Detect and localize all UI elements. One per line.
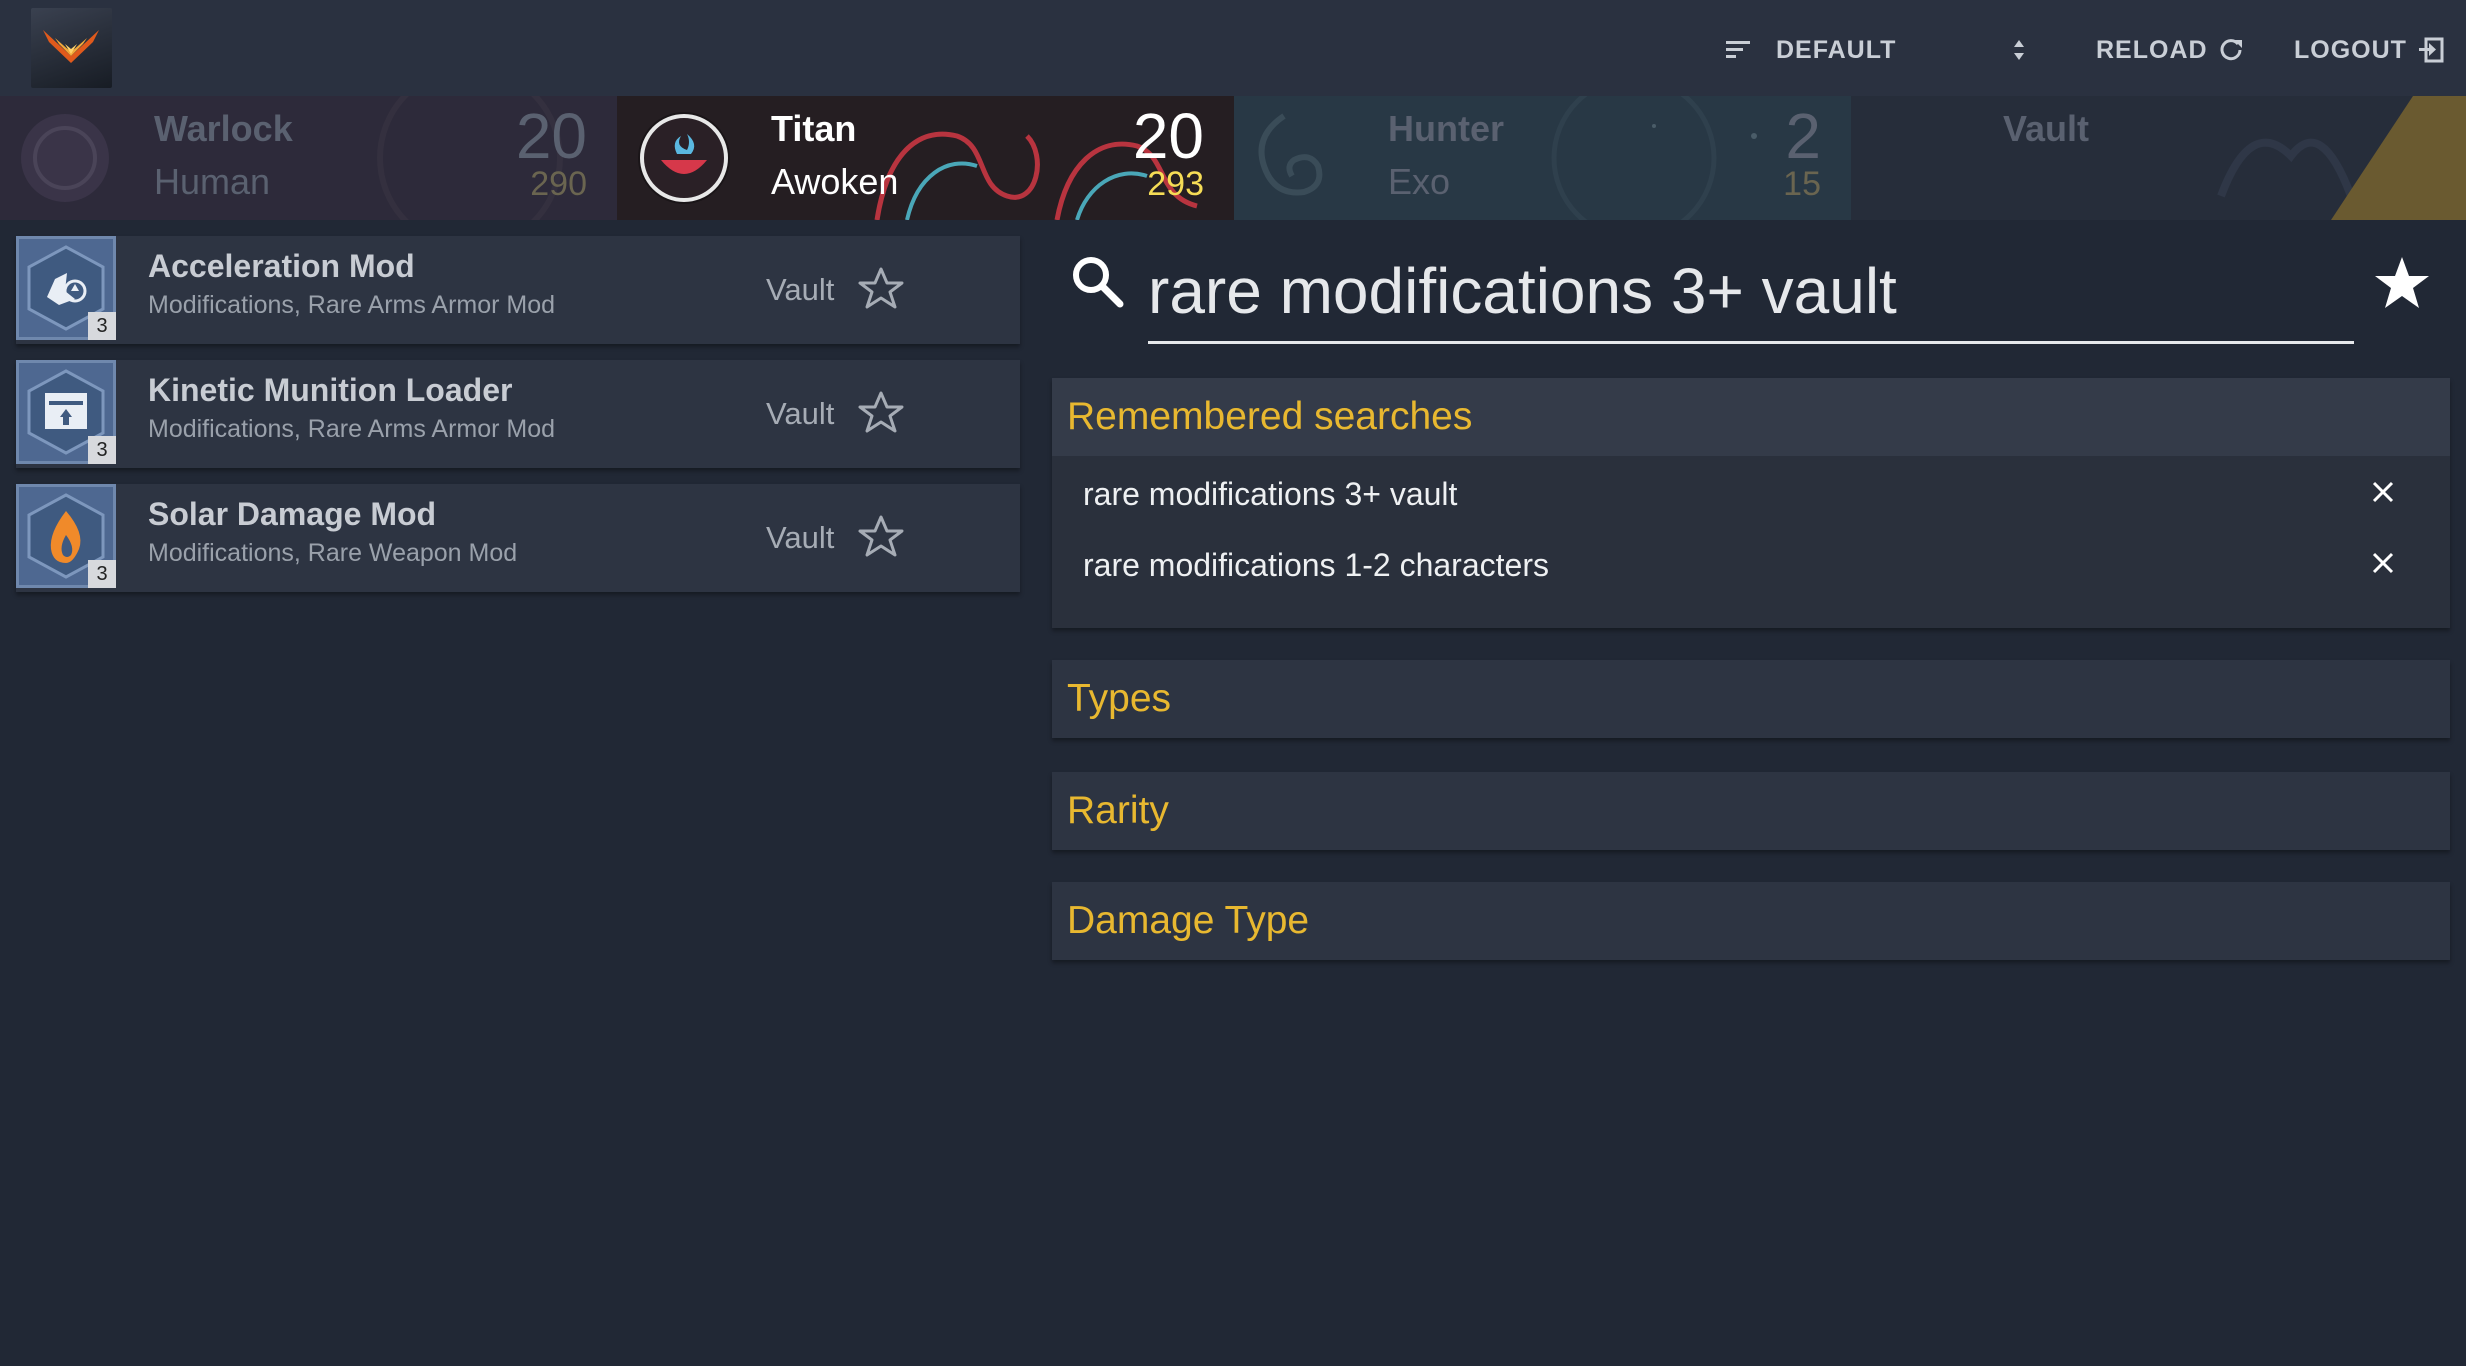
character-level: 20 <box>1132 100 1204 172</box>
close-icon[interactable] <box>2368 548 2398 578</box>
character-level: 20 <box>515 100 587 172</box>
vault-label: Vault <box>2003 108 2090 149</box>
hunter-emblem-background <box>1234 96 1851 220</box>
logout-label: LOGOUT <box>2294 35 2407 64</box>
list-item[interactable]: 3 Solar Damage Mod Modifications, Rare W… <box>16 484 1020 592</box>
character-class: Hunter <box>1388 108 1504 149</box>
quantity-badge: 3 <box>88 436 116 464</box>
app-root: DEFAULT RELOAD LOGOUT Warlock Human 20 2… <box>0 0 2466 1366</box>
damage-type-filter-panel: Damage Type <box>1052 882 2450 960</box>
rarity-filter-header[interactable]: Rarity <box>1052 772 2450 850</box>
types-filter-header[interactable]: Types <box>1052 660 2450 738</box>
destiny-logo-icon[interactable] <box>31 8 112 88</box>
item-description: Modifications, Rare Arms Armor Mod <box>148 291 556 319</box>
remembered-search-text: rare modifications 1-2 characters <box>1083 547 1549 583</box>
vault-emblem-background <box>1851 96 2466 220</box>
reload-label: RELOAD <box>2096 35 2208 64</box>
item-location: Vault <box>766 396 835 431</box>
item-location: Vault <box>766 520 835 555</box>
save-search-star-icon[interactable] <box>2372 254 2432 312</box>
star-outline-icon[interactable] <box>858 514 904 558</box>
list-item[interactable]: 3 Kinetic Munition Loader Modifications,… <box>16 360 1020 468</box>
character-hunter[interactable]: Hunter Exo 2 15 <box>1234 96 1851 220</box>
top-header: DEFAULT RELOAD LOGOUT <box>0 0 2466 96</box>
quantity-badge: 3 <box>88 312 116 340</box>
logout-icon <box>2418 37 2444 63</box>
item-description: Modifications, Rare Arms Armor Mod <box>148 415 556 443</box>
item-name: Acceleration Mod <box>148 248 415 284</box>
remembered-search-item[interactable]: rare modifications 3+ vault <box>1052 462 2450 533</box>
close-icon[interactable] <box>2368 477 2398 507</box>
item-name: Kinetic Munition Loader <box>148 372 513 408</box>
sort-value: DEFAULT <box>1776 35 1897 64</box>
character-power: 293 <box>1147 165 1204 203</box>
character-class: Warlock <box>154 108 293 149</box>
quantity-badge: 3 <box>88 560 116 588</box>
remembered-search-text: rare modifications 3+ vault <box>1083 476 1458 512</box>
character-class: Titan <box>771 108 857 149</box>
rarity-filter-panel: Rarity <box>1052 772 2450 850</box>
character-titan[interactable]: Titan Awoken 20 293 <box>617 96 1234 220</box>
damage-type-filter-header[interactable]: Damage Type <box>1052 882 2450 960</box>
search-input[interactable] <box>1148 248 2354 344</box>
logout-button[interactable]: LOGOUT <box>2294 30 2445 70</box>
sort-selector[interactable]: DEFAULT <box>1724 30 2028 70</box>
character-bar: Warlock Human 20 290 Titan Awoken 20 293 <box>0 96 2466 220</box>
character-race: Human <box>154 161 271 202</box>
vault-tile[interactable]: Vault <box>1851 96 2466 220</box>
remembered-searches-header[interactable]: Remembered searches <box>1052 378 2450 456</box>
types-filter-panel: Types <box>1052 660 2450 738</box>
character-race: Awoken <box>771 161 899 202</box>
star-outline-icon[interactable] <box>858 266 904 310</box>
reload-button[interactable]: RELOAD <box>2096 30 2244 70</box>
character-warlock[interactable]: Warlock Human 20 290 <box>0 96 617 220</box>
refresh-icon <box>2220 39 2242 61</box>
search-icon <box>1073 257 1124 308</box>
select-arrows-icon <box>2014 40 2024 60</box>
remembered-searches-list: rare modifications 3+ vault rare modific… <box>1052 456 2450 628</box>
item-location: Vault <box>766 272 835 307</box>
item-name: Solar Damage Mod <box>148 496 437 532</box>
sort-icon <box>1726 41 1750 58</box>
character-race: Exo <box>1388 161 1451 202</box>
item-description: Modifications, Rare Weapon Mod <box>148 539 518 567</box>
list-item[interactable]: 3 Acceleration Mod Modifications, Rare A… <box>16 236 1020 344</box>
star-outline-icon[interactable] <box>858 390 904 434</box>
character-level: 2 <box>1785 100 1821 172</box>
character-power: 15 <box>1783 165 1821 203</box>
character-power: 290 <box>530 165 587 203</box>
remembered-search-item[interactable]: rare modifications 1-2 characters <box>1052 533 2450 604</box>
remembered-searches-panel: Remembered searches rare modifications 3… <box>1052 378 2450 628</box>
